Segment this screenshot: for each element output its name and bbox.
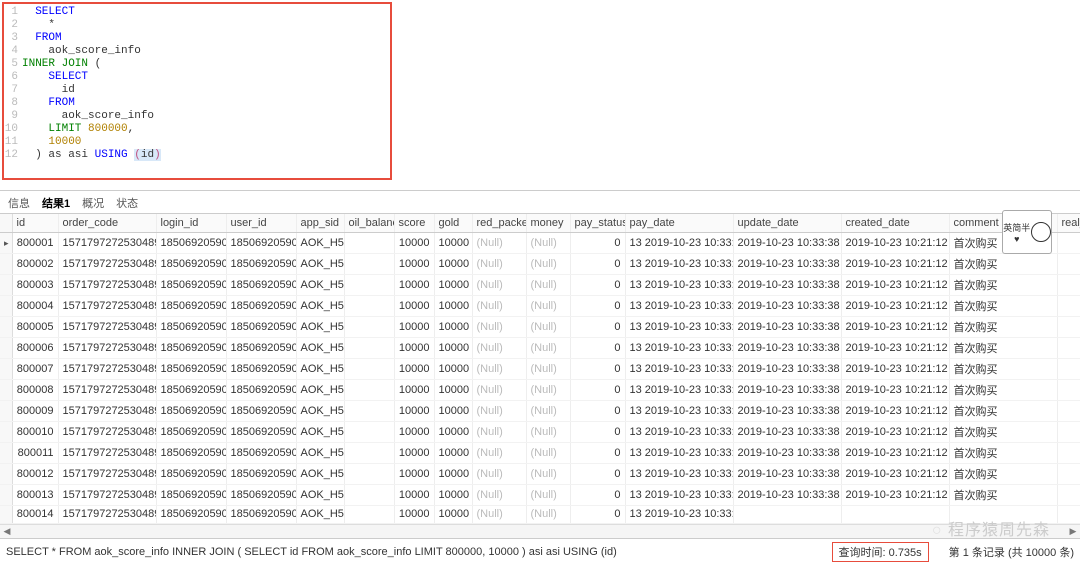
col-update-date[interactable]: update_date: [733, 214, 841, 232]
table-row[interactable]: 8000141571797272530489882718506920590185…: [0, 505, 1080, 523]
col-created-date[interactable]: created_date: [841, 214, 949, 232]
table-header-row: id order_code login_id user_id app_sid o…: [0, 214, 1080, 232]
tab-info[interactable]: 信息: [8, 195, 30, 211]
col-oil-balance[interactable]: oil_balance: [344, 214, 394, 232]
scroll-track[interactable]: [14, 526, 1066, 536]
table-row[interactable]: 8000061571797272530489882718506920590185…: [0, 337, 1080, 358]
col-id[interactable]: id: [12, 214, 58, 232]
table-row[interactable]: 8000131571797272530489882718506920590185…: [0, 484, 1080, 505]
table-row[interactable]: 8000021571797272530489882718506920590185…: [0, 253, 1080, 274]
col-money[interactable]: money: [526, 214, 570, 232]
query-time: 查询时间: 0.735s: [832, 542, 929, 562]
scroll-right-icon[interactable]: ▶: [1066, 526, 1080, 537]
col-score[interactable]: score: [394, 214, 434, 232]
tab-result[interactable]: 结果1: [42, 195, 70, 211]
sql-editor[interactable]: 1 SELECT2 *3 FROM4 aok_score_info5INNER …: [2, 2, 392, 180]
table-row[interactable]: 8000031571797272530489882718506920590185…: [0, 274, 1080, 295]
table-row[interactable]: 8000081571797272530489882718506920590185…: [0, 379, 1080, 400]
table-row[interactable]: 8000011571797272530489882718506920590185…: [0, 232, 1080, 253]
table-row[interactable]: 8000041571797272530489882718506920590185…: [0, 295, 1080, 316]
col-pay-date[interactable]: pay_date: [625, 214, 733, 232]
face-icon: [1031, 222, 1051, 242]
col-user-id[interactable]: user_id: [226, 214, 296, 232]
table-row[interactable]: 8000101571797272530489882718506920590185…: [0, 421, 1080, 442]
table-row[interactable]: 8000051571797272530489882718506920590185…: [0, 316, 1080, 337]
table-row[interactable]: 8000091571797272530489882718506920590185…: [0, 400, 1080, 421]
footer-sql: SELECT * FROM aok_score_info INNER JOIN …: [6, 546, 617, 558]
col-pay-status[interactable]: pay_status: [570, 214, 625, 232]
col-gold[interactable]: gold: [434, 214, 472, 232]
avatar-sticker: 英简半 ♥: [1002, 210, 1052, 254]
result-grid[interactable]: id order_code login_id user_id app_sid o…: [0, 213, 1080, 524]
col-real-money[interactable]: real_mone: [1057, 214, 1080, 232]
col-order-code[interactable]: order_code: [58, 214, 156, 232]
horizontal-scrollbar[interactable]: ◀ ▶: [0, 524, 1080, 538]
result-tabs: 信息 结果1 概况 状态: [0, 190, 1080, 213]
tab-status[interactable]: 状态: [116, 195, 138, 211]
table-row[interactable]: 8000121571797272530489882718506920590185…: [0, 463, 1080, 484]
col-login-id[interactable]: login_id: [156, 214, 226, 232]
table-row[interactable]: 8000071571797272530489882718506920590185…: [0, 358, 1080, 379]
record-count: 第 1 条记录 (共 10000 条): [949, 544, 1074, 560]
tab-profile[interactable]: 概况: [82, 195, 104, 211]
scroll-left-icon[interactable]: ◀: [0, 526, 14, 537]
col-red-packet[interactable]: red_packet: [472, 214, 526, 232]
table-row[interactable]: 8000111571797272530489882718506920590185…: [0, 442, 1080, 463]
status-bar: SELECT * FROM aok_score_info INNER JOIN …: [0, 538, 1080, 565]
avatar-text: 英简半: [1003, 221, 1030, 234]
row-header-blank: [0, 214, 12, 232]
heart-icon: ♥: [1014, 234, 1019, 244]
col-app-sid[interactable]: app_sid: [296, 214, 344, 232]
